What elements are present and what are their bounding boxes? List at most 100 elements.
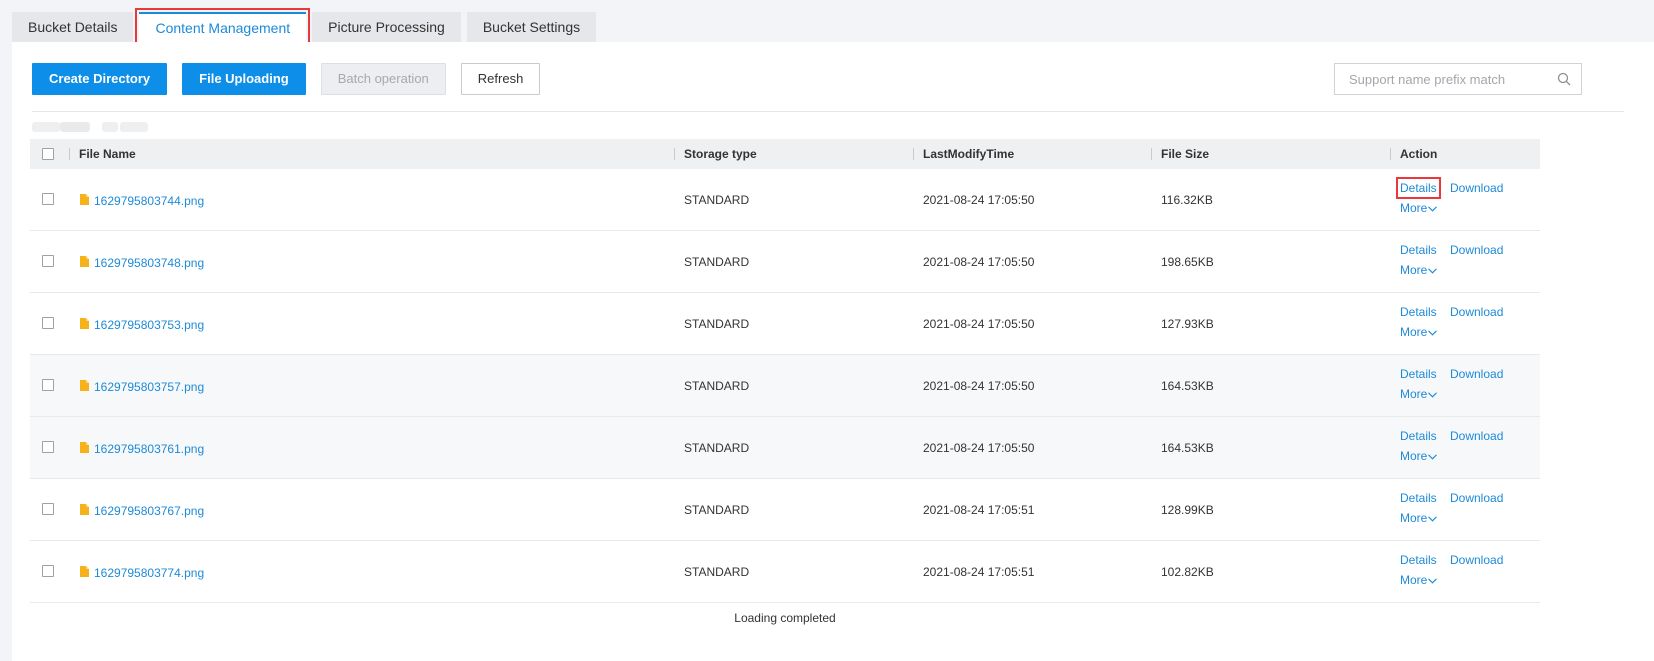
- more-label: More: [1400, 201, 1428, 215]
- file-size: 164.53KB: [1161, 379, 1214, 393]
- tab-picture-processing[interactable]: Picture Processing: [312, 12, 461, 42]
- last-modify-time: 2021-08-24 17:05:51: [923, 565, 1035, 579]
- toolbar-divider: [32, 111, 1624, 112]
- details-link[interactable]: Details: [1396, 177, 1441, 199]
- file-name-link[interactable]: 1629795803748.png: [94, 256, 204, 270]
- storage-type: STANDARD: [684, 503, 750, 517]
- last-modify-time: 2021-08-24 17:05:50: [923, 379, 1035, 393]
- select-all-checkbox[interactable]: [42, 148, 54, 160]
- file-size: 127.93KB: [1161, 317, 1214, 331]
- more-dropdown[interactable]: More: [1400, 511, 1438, 525]
- batch-operation-button: Batch operation: [320, 63, 446, 95]
- last-modify-time: 2021-08-24 17:05:50: [923, 255, 1035, 269]
- file-name-link[interactable]: 1629795803753.png: [94, 318, 204, 332]
- row-checkbox[interactable]: [42, 379, 54, 391]
- details-link[interactable]: Details: [1400, 553, 1437, 567]
- breadcrumb: [32, 120, 148, 134]
- details-link[interactable]: Details: [1400, 429, 1437, 443]
- column-label: File Size: [1161, 147, 1210, 161]
- create-directory-button[interactable]: Create Directory: [32, 63, 168, 95]
- storage-type: STANDARD: [684, 441, 750, 455]
- more-dropdown[interactable]: More: [1400, 387, 1438, 401]
- table-row: 1629795803774.png STANDARD 2021-08-24 17:0…: [30, 541, 1540, 603]
- chevron-down-icon: [1428, 392, 1438, 398]
- search-icon[interactable]: [1557, 72, 1571, 86]
- storage-type: STANDARD: [684, 317, 750, 331]
- file-table: File Name Storage type LastModifyTime Fi…: [30, 139, 1540, 625]
- details-link[interactable]: Details: [1400, 243, 1437, 257]
- table-row: 1629795803767.png STANDARD 2021-08-24 17:0…: [30, 479, 1540, 541]
- more-dropdown[interactable]: More: [1400, 263, 1438, 277]
- more-dropdown[interactable]: More: [1400, 573, 1438, 587]
- column-header-file-name: File Name: [69, 139, 136, 169]
- file-name-link[interactable]: 1629795803774.png: [94, 566, 204, 580]
- more-dropdown[interactable]: More: [1400, 449, 1438, 463]
- row-checkbox[interactable]: [42, 255, 54, 267]
- storage-type: STANDARD: [684, 565, 750, 579]
- tab-content-management[interactable]: Content Management: [135, 8, 311, 46]
- download-link[interactable]: Download: [1450, 305, 1503, 319]
- download-link[interactable]: Download: [1450, 367, 1503, 381]
- storage-type: STANDARD: [684, 193, 750, 207]
- storage-type: STANDARD: [684, 379, 750, 393]
- tab-bucket-settings[interactable]: Bucket Settings: [466, 12, 597, 42]
- file-size: 102.82KB: [1161, 565, 1214, 579]
- chevron-down-icon: [1428, 206, 1438, 212]
- table-row: 1629795803744.png STANDARD 2021-08-24 17:0…: [30, 169, 1540, 231]
- chevron-down-icon: [1428, 330, 1438, 336]
- toolbar: Create Directory File Uploading Batch op…: [32, 63, 555, 95]
- more-dropdown[interactable]: More: [1400, 201, 1438, 215]
- file-name-link[interactable]: 1629795803744.png: [94, 194, 204, 208]
- file-icon: [80, 256, 89, 267]
- more-label: More: [1400, 511, 1428, 525]
- file-name-link[interactable]: 1629795803761.png: [94, 442, 204, 456]
- file-uploading-button[interactable]: File Uploading: [182, 63, 306, 95]
- row-checkbox[interactable]: [42, 317, 54, 329]
- chevron-down-icon: [1428, 516, 1438, 522]
- file-name-link[interactable]: 1629795803767.png: [94, 504, 204, 518]
- file-icon: [80, 194, 89, 205]
- last-modify-time: 2021-08-24 17:05:50: [923, 441, 1035, 455]
- column-label: LastModifyTime: [923, 147, 1015, 161]
- tab-bar: Bucket Details Content Management Pictur…: [12, 8, 602, 46]
- details-link[interactable]: Details: [1400, 491, 1437, 505]
- download-link[interactable]: Download: [1450, 491, 1503, 505]
- download-link[interactable]: Download: [1450, 429, 1503, 443]
- column-header-action: Action: [1390, 139, 1438, 169]
- column-header-last-modify-time: LastModifyTime: [913, 139, 1015, 169]
- file-name-link[interactable]: 1629795803757.png: [94, 380, 204, 394]
- row-checkbox[interactable]: [42, 441, 54, 453]
- tab-bucket-details[interactable]: Bucket Details: [12, 12, 134, 42]
- table-row: 1629795803753.png STANDARD 2021-08-24 17:0…: [30, 293, 1540, 355]
- last-modify-time: 2021-08-24 17:05:50: [923, 317, 1035, 331]
- search-input[interactable]: [1335, 64, 1554, 94]
- more-label: More: [1400, 325, 1428, 339]
- file-icon: [80, 380, 89, 391]
- chevron-down-icon: [1428, 268, 1438, 274]
- chevron-down-icon: [1428, 578, 1438, 584]
- file-icon: [80, 504, 89, 515]
- more-dropdown[interactable]: More: [1400, 325, 1438, 339]
- column-label: Action: [1400, 147, 1438, 161]
- loading-status: Loading completed: [734, 611, 836, 625]
- file-icon: [80, 442, 89, 453]
- table-row: 1629795803748.png STANDARD 2021-08-24 17:0…: [30, 231, 1540, 293]
- details-link[interactable]: Details: [1400, 305, 1437, 319]
- table-row: 1629795803761.png STANDARD 2021-08-24 17:0…: [30, 417, 1540, 479]
- more-label: More: [1400, 573, 1428, 587]
- refresh-button[interactable]: Refresh: [460, 63, 541, 95]
- search-box: [1334, 63, 1582, 95]
- row-checkbox[interactable]: [42, 565, 54, 577]
- column-label: File Name: [79, 147, 136, 161]
- download-link[interactable]: Download: [1450, 181, 1503, 195]
- download-link[interactable]: Download: [1450, 553, 1503, 567]
- file-size: 116.32KB: [1161, 193, 1213, 207]
- row-checkbox[interactable]: [42, 503, 54, 515]
- column-label: Storage type: [684, 147, 757, 161]
- row-checkbox[interactable]: [42, 193, 54, 205]
- storage-type: STANDARD: [684, 255, 750, 269]
- details-link[interactable]: Details: [1400, 367, 1437, 381]
- last-modify-time: 2021-08-24 17:05:51: [923, 503, 1035, 517]
- download-link[interactable]: Download: [1450, 243, 1503, 257]
- column-header-file-size: File Size: [1151, 139, 1210, 169]
